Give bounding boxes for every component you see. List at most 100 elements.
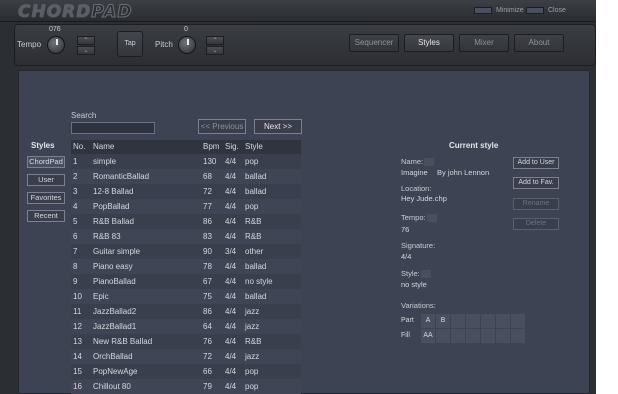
category-user-button[interactable]: User	[27, 174, 65, 186]
signature-label: Signature:	[401, 241, 436, 250]
cell-bpm: 77	[203, 202, 212, 211]
cell-style: other	[245, 247, 264, 256]
table-row[interactable]: 4 PopBallad 77 4/4 pop	[71, 199, 301, 214]
tempo-up-button[interactable]: ⌃	[77, 36, 95, 45]
tap-button[interactable]: Tap	[117, 31, 143, 57]
tempo-knob[interactable]	[47, 36, 65, 54]
close-button[interactable]: Close	[526, 7, 566, 14]
styles-title: Styles	[31, 141, 55, 150]
category-favorites-button[interactable]: Favorites	[27, 192, 65, 204]
table-row[interactable]: 1 simple 130 4/4 pop	[71, 154, 301, 169]
pitch-knob[interactable]	[178, 36, 196, 54]
fill-cell[interactable]	[481, 329, 495, 343]
tempo-info-label: Tempo:	[401, 213, 437, 223]
tab-sequencer[interactable]: Sequencer	[349, 34, 399, 52]
table-row[interactable]: 9 PianoBallad 67 4/4 no style	[71, 274, 301, 289]
table-row[interactable]: 8 Piano easy 78 4/4 ballad	[71, 259, 301, 274]
table-row[interactable]: 11 JazzBallad2 86 4/4 jazz	[71, 304, 301, 319]
table-row[interactable]: 6 R&B 83 83 4/4 R&B	[71, 229, 301, 244]
cell-sig: 4/4	[225, 382, 237, 391]
col-name-header[interactable]: Name	[93, 140, 203, 154]
search-input[interactable]	[71, 122, 155, 134]
styles-main-panel: Search << Previous Next >> Styles ChordP…	[18, 70, 590, 394]
part-cell[interactable]	[481, 314, 495, 328]
tab-about[interactable]: About	[514, 34, 564, 52]
table-row[interactable]: 15 PopNewAge 66 4/4 pop	[71, 364, 301, 379]
fill-cell[interactable]	[496, 329, 510, 343]
cell-bpm: 86	[203, 217, 212, 226]
cell-bpm: 67	[203, 277, 212, 286]
tab-mixer[interactable]: Mixer	[459, 34, 509, 52]
cell-no: 3	[73, 187, 78, 196]
part-cell[interactable]: B	[436, 314, 450, 328]
table-row[interactable]: 14 OrchBallad 72 4/4 jazz	[71, 349, 301, 364]
cell-no: 10	[73, 292, 82, 301]
table-row[interactable]: 12 JazzBallad1 64 4/4 jazz	[71, 319, 301, 334]
fill-cell[interactable]	[511, 329, 525, 343]
minimize-button[interactable]: Minimize	[474, 7, 524, 14]
fill-cell[interactable]	[466, 329, 480, 343]
category-recent-button[interactable]: Recent	[27, 210, 65, 222]
cell-sig: 4/4	[225, 322, 237, 331]
part-cell[interactable]	[511, 314, 525, 328]
fill-cell[interactable]	[436, 329, 450, 343]
name-swatch	[424, 158, 435, 167]
col-no-header[interactable]: No.	[71, 140, 93, 154]
cell-name: JazzBallad1	[93, 322, 137, 331]
cell-bpm: 64	[203, 322, 212, 331]
pitch-down-button[interactable]: ⌄	[206, 46, 224, 55]
cell-no: 4	[73, 202, 78, 211]
close-label: Close	[548, 7, 566, 14]
cell-name: 12-8 Ballad	[93, 187, 134, 196]
cell-sig: 4/4	[225, 337, 237, 346]
table-row[interactable]: 13 New R&B Ballad 76 4/4 R&B	[71, 334, 301, 349]
table-row[interactable]: 5 R&B Ballad 86 4/4 R&B	[71, 214, 301, 229]
col-bpm-header[interactable]: Bpm	[203, 140, 225, 154]
cell-style: jazz	[245, 352, 260, 361]
style-info-value: no style	[401, 280, 427, 289]
previous-button[interactable]: << Previous	[198, 119, 246, 134]
add-to-user-button[interactable]: Add to User	[513, 157, 559, 169]
cell-no: 16	[73, 382, 82, 391]
cell-name: Epic	[93, 292, 109, 301]
cell-sig: 4/4	[225, 202, 237, 211]
cell-bpm: 76	[203, 337, 212, 346]
part-cell[interactable]	[466, 314, 480, 328]
cell-style: ballad	[245, 172, 267, 181]
pitch-up-button[interactable]: ⌃	[206, 36, 224, 45]
col-style-header[interactable]: Style	[245, 140, 301, 154]
cell-no: 7	[73, 247, 78, 256]
name-value: Imagine	[401, 168, 428, 177]
fill-cell[interactable]	[451, 329, 465, 343]
cell-sig: 4/4	[225, 292, 237, 301]
table-row[interactable]: 10 Epic 75 4/4 ballad	[71, 289, 301, 304]
category-chordpad-button[interactable]: ChordPad	[27, 156, 65, 168]
col-sig-header[interactable]: Sig.	[225, 140, 245, 154]
fill-cell[interactable]: AA	[421, 329, 435, 343]
part-cell[interactable]	[496, 314, 510, 328]
table-row[interactable]: 2 RomanticBallad 68 4/4 ballad	[71, 169, 301, 184]
cell-no: 15	[73, 367, 82, 376]
cell-bpm: 66	[203, 367, 212, 376]
delete-button[interactable]: Delete	[513, 218, 559, 230]
minimize-label: Minimize	[496, 7, 524, 14]
table-row[interactable]: 7 Guitar simple 90 3/4 other	[71, 244, 301, 259]
cell-style: pop	[245, 202, 259, 211]
part-cell[interactable]	[451, 314, 465, 328]
cell-name: PopNewAge	[93, 367, 138, 376]
cell-no: 9	[73, 277, 78, 286]
part-cell[interactable]: A	[421, 314, 435, 328]
add-to-fav-button[interactable]: Add to Fav.	[513, 177, 559, 189]
table-row[interactable]: 3 12-8 Ballad 72 4/4 ballad	[71, 184, 301, 199]
cell-bpm: 75	[203, 292, 212, 301]
next-button[interactable]: Next >>	[254, 119, 302, 134]
cell-sig: 4/4	[225, 277, 237, 286]
tab-styles[interactable]: Styles	[404, 34, 454, 52]
cell-bpm: 72	[203, 187, 212, 196]
tempo-value: 076	[49, 26, 61, 33]
tempo-down-button[interactable]: ⌄	[77, 46, 95, 55]
table-row[interactable]: 16 Chillout 80 79 4/4 pop	[71, 379, 301, 394]
chordpad-logo: CHORDPAD	[18, 2, 133, 23]
rename-button[interactable]: Rename	[513, 198, 559, 210]
name-label: Name:	[401, 157, 435, 167]
